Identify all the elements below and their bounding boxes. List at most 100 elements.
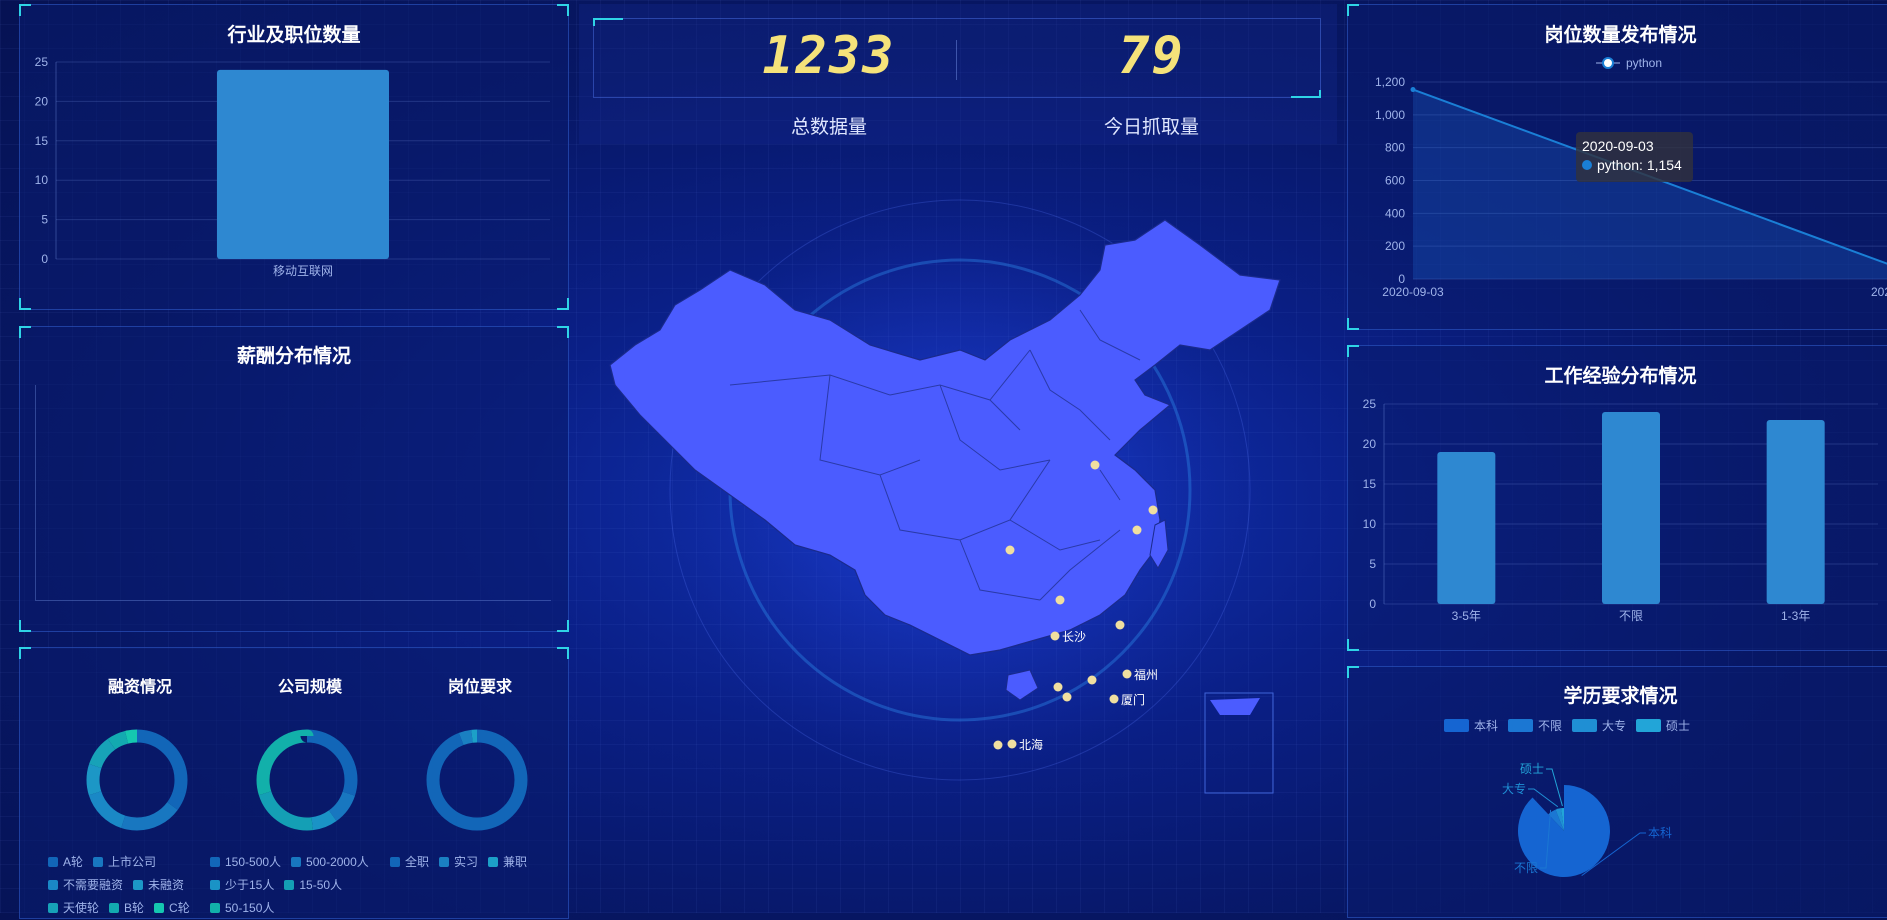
legend-label: 实习 (454, 855, 479, 869)
legend-item[interactable]: A轮 (48, 851, 83, 873)
panel-corner (19, 326, 31, 338)
legend-label: 上市公司 (108, 855, 157, 869)
y-tick-label: 0 (41, 252, 48, 266)
y-tick-label: 600 (1385, 174, 1405, 188)
slice-label: 本科 (1648, 826, 1672, 840)
x-tick-label: 1-3年 (1781, 609, 1810, 623)
legend-item[interactable]: 全职 (390, 851, 429, 873)
city-dot-beihai[interactable] (1007, 739, 1017, 749)
legend-item[interactable]: 500-2000人 (291, 851, 369, 873)
legend-item[interactable]: 实习 (439, 851, 478, 873)
legend-item[interactable]: C轮 (154, 897, 190, 919)
panel-corner (557, 326, 569, 338)
experience-bar-chart[interactable]: 0 5 10 15 20 25 3-5年 不限 1-3年 (1348, 346, 1887, 650)
legend-label: 15-50人 (299, 878, 343, 892)
size-legend: 150-500人 500-2000人少于15人 15-50人 50-150人 (210, 851, 385, 920)
bar (1437, 452, 1496, 604)
experience-panel: 工作经验分布情况 0 5 10 15 20 25 3-5年 不限 1-3年 (1347, 345, 1887, 651)
city-dot[interactable] (1005, 545, 1015, 555)
city-dot[interactable] (993, 740, 1003, 750)
legend-swatch (48, 903, 58, 913)
job-type-legend: 全职 实习 兼职 (390, 851, 565, 874)
tooltip-date: 2020-09-03 (1582, 138, 1654, 154)
legend-swatch (210, 903, 220, 913)
panel-corner (557, 620, 569, 632)
y-tick-label: 200 (1385, 239, 1405, 253)
bar (1602, 412, 1660, 604)
legend-item[interactable]: B轮 (109, 897, 144, 919)
legend-item[interactable]: 天使轮 (48, 897, 99, 919)
panel-corner (19, 620, 31, 632)
total-count-value: 1233 (762, 26, 896, 86)
city-dot-fuzhou[interactable] (1122, 669, 1132, 679)
city-dot[interactable] (1115, 620, 1125, 630)
legend-label: 天使轮 (63, 901, 100, 915)
industry-bar-chart[interactable]: 0 5 10 15 20 25 移动互联网 (20, 5, 568, 309)
industry-panel: 行业及职位数量 0 5 10 15 20 25 移动互联网 (19, 4, 569, 310)
legend-marker (1602, 57, 1614, 69)
y-tick-label: 5 (41, 213, 48, 227)
y-tick-label: 400 (1385, 206, 1405, 220)
x-tick-label: 2020-09-03 (1382, 285, 1444, 299)
city-dot[interactable] (1087, 675, 1097, 685)
city-label: 北海 (1019, 737, 1043, 752)
city-dot[interactable] (1090, 460, 1100, 470)
x-tick-label: 3-5年 (1452, 609, 1481, 623)
bar (1766, 420, 1825, 604)
city-dot-changsha[interactable] (1050, 631, 1060, 641)
legend-swatch (133, 880, 144, 890)
stats-divider (956, 40, 957, 80)
y-tick-label: 1,000 (1375, 108, 1405, 122)
y-tick-label: 20 (35, 94, 49, 108)
legend-label: 未融资 (148, 878, 185, 892)
legend-label: C轮 (169, 901, 190, 915)
label-line (1546, 768, 1563, 807)
legend-swatch (439, 857, 450, 867)
city-dot[interactable] (1132, 525, 1142, 535)
slice-label: 大专 (1502, 781, 1526, 796)
legend-label: 少于15人 (225, 878, 275, 892)
salary-chart-area[interactable] (35, 385, 551, 601)
legend-item[interactable]: 上市公司 (93, 851, 156, 873)
legend-label: 500-2000人 (306, 855, 369, 869)
bar (217, 69, 389, 259)
education-pie-chart[interactable]: 本科不限 大专 硕士 (1348, 667, 1887, 917)
legend-item[interactable]: 50-150人 (210, 897, 274, 919)
tooltip-dot (1582, 160, 1592, 170)
city-dot[interactable] (1062, 692, 1072, 702)
y-tick-label: 1,200 (1375, 75, 1405, 89)
panel-title: 薪酬分布情况 (236, 346, 351, 367)
frame-corner (1291, 90, 1321, 98)
legend-item[interactable]: 不需要融资 (48, 874, 123, 896)
legend-swatch (210, 857, 220, 867)
y-tick-label: 0 (1369, 597, 1376, 611)
today-count-label: 今日抓取量 (1103, 117, 1199, 138)
legend-item[interactable]: 15-50人 (284, 874, 342, 896)
city-dot-xiamen[interactable] (1109, 694, 1119, 704)
y-tick-label: 15 (35, 134, 49, 148)
legend-item[interactable]: 未融资 (133, 874, 184, 896)
legend-item[interactable]: 少于15人 (210, 874, 274, 896)
legend-label: python (1626, 56, 1662, 70)
city-dot[interactable] (1053, 682, 1063, 692)
tooltip-value: python: 1,154 (1597, 157, 1682, 173)
legend-swatch (390, 857, 400, 867)
y-tick-label: 20 (1363, 437, 1377, 451)
legend-item[interactable]: 150-500人 (210, 851, 281, 873)
china-map[interactable]: 长沙 福州 厦门 北海 (580, 170, 1340, 810)
education-panel: 学历要求情况 本科 不限 大专 硕士 本科 不限 大专 硕士 (1347, 666, 1887, 918)
stats-panel: 1233 79 总数据量 今日抓取量 (579, 4, 1337, 144)
donut-slice (426, 729, 528, 831)
city-label: 福州 (1134, 667, 1158, 682)
salary-panel: 薪酬分布情况 (19, 326, 569, 632)
city-dot[interactable] (1055, 595, 1065, 605)
legend-label: 50-150人 (225, 901, 275, 915)
funding-legend: A轮 上市公司不需要融资 未融资天使轮 B轮 C轮 (48, 851, 218, 920)
legend-label: 全职 (405, 855, 430, 869)
legend-label: 150-500人 (225, 855, 282, 869)
city-dot[interactable] (1148, 505, 1158, 515)
posting-panel: 岗位数量发布情况 0 200 400 600 800 1,000 1,200 2020-09-… (1347, 4, 1887, 330)
legend-item[interactable]: 兼职 (488, 851, 527, 873)
legend-label: B轮 (124, 901, 145, 915)
y-tick-label: 10 (1363, 517, 1377, 531)
